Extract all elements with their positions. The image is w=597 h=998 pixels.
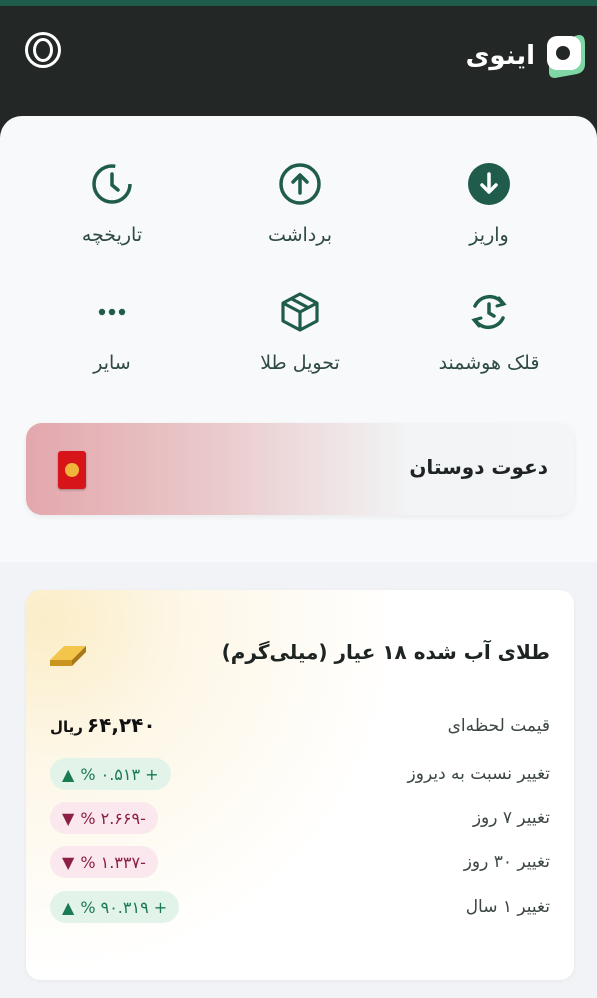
red-envelope-icon <box>58 451 86 489</box>
brand-logo-icon <box>545 34 587 78</box>
price-label: قیمت لحظه‌ای <box>447 716 550 736</box>
trend-down-icon: ▼ <box>62 852 75 872</box>
change-badge-week: ▼% ۲.۶۶۹- <box>50 802 158 834</box>
deposit-button[interactable]: واریز <box>409 162 569 246</box>
trend-up-icon: ▲ <box>62 897 75 917</box>
change-badge-day: ▲% ۰.۵۱۳ + <box>50 758 171 790</box>
gold-price-card[interactable]: طلای آب شده ۱۸ عیار (میلی‌گرم) قیمت لحظه… <box>26 590 574 980</box>
clock-history-icon <box>90 162 134 206</box>
more-label: سایر <box>93 352 131 374</box>
withdraw-label: برداشت <box>267 224 333 246</box>
invite-friends-banner[interactable]: دعوت دوستان <box>26 423 574 515</box>
brand[interactable]: اینوی <box>466 34 587 78</box>
price-unit: ریال <box>50 718 83 736</box>
more-button[interactable]: سایر <box>32 290 192 374</box>
package-box-icon <box>278 290 322 334</box>
change-badge-month: ▼% ۱.۳۳۷- <box>50 846 158 878</box>
gold-delivery-label: تحویل طلا <box>260 352 340 374</box>
price-value: ۶۴,۲۴۰ریال <box>50 713 156 737</box>
gold-delivery-button[interactable]: تحویل طلا <box>220 290 380 374</box>
change-label-year: تغییر ۱ سال <box>465 897 550 917</box>
brand-name: اینوی <box>465 41 535 71</box>
deposit-label: واریز <box>469 224 509 246</box>
history-label: تاریخچه <box>81 224 143 246</box>
price-number: ۶۴,۲۴۰ <box>86 713 156 737</box>
smart-piggy-refresh-icon <box>467 290 511 334</box>
trend-down-icon: ▼ <box>62 808 75 828</box>
gold-card-title: طلای آب شده ۱۸ عیار (میلی‌گرم) <box>221 640 550 664</box>
withdraw-button[interactable]: برداشت <box>220 162 380 246</box>
gold-bar-icon <box>48 636 88 670</box>
more-dots-icon <box>90 290 134 334</box>
change-badge-year: ▲% ۹۰.۳۱۹ + <box>50 891 180 923</box>
invite-title: دعوت دوستان <box>409 455 548 479</box>
change-label-week: تغییر ۷ روز <box>472 808 550 828</box>
smart-piggy-button[interactable]: قلک هوشمند <box>409 290 569 374</box>
history-button[interactable]: تاریخچه <box>32 162 192 246</box>
change-label-day: تغییر نسبت به دیروز <box>407 764 550 784</box>
smart-piggy-label: قلک هوشمند <box>438 352 540 374</box>
arrow-up-circle-icon <box>278 162 322 206</box>
trend-up-icon: ▲ <box>62 764 75 784</box>
profile-icon[interactable] <box>25 32 61 68</box>
change-label-month: تغییر ۳۰ روز <box>463 852 550 872</box>
arrow-down-circle-icon <box>467 162 511 206</box>
